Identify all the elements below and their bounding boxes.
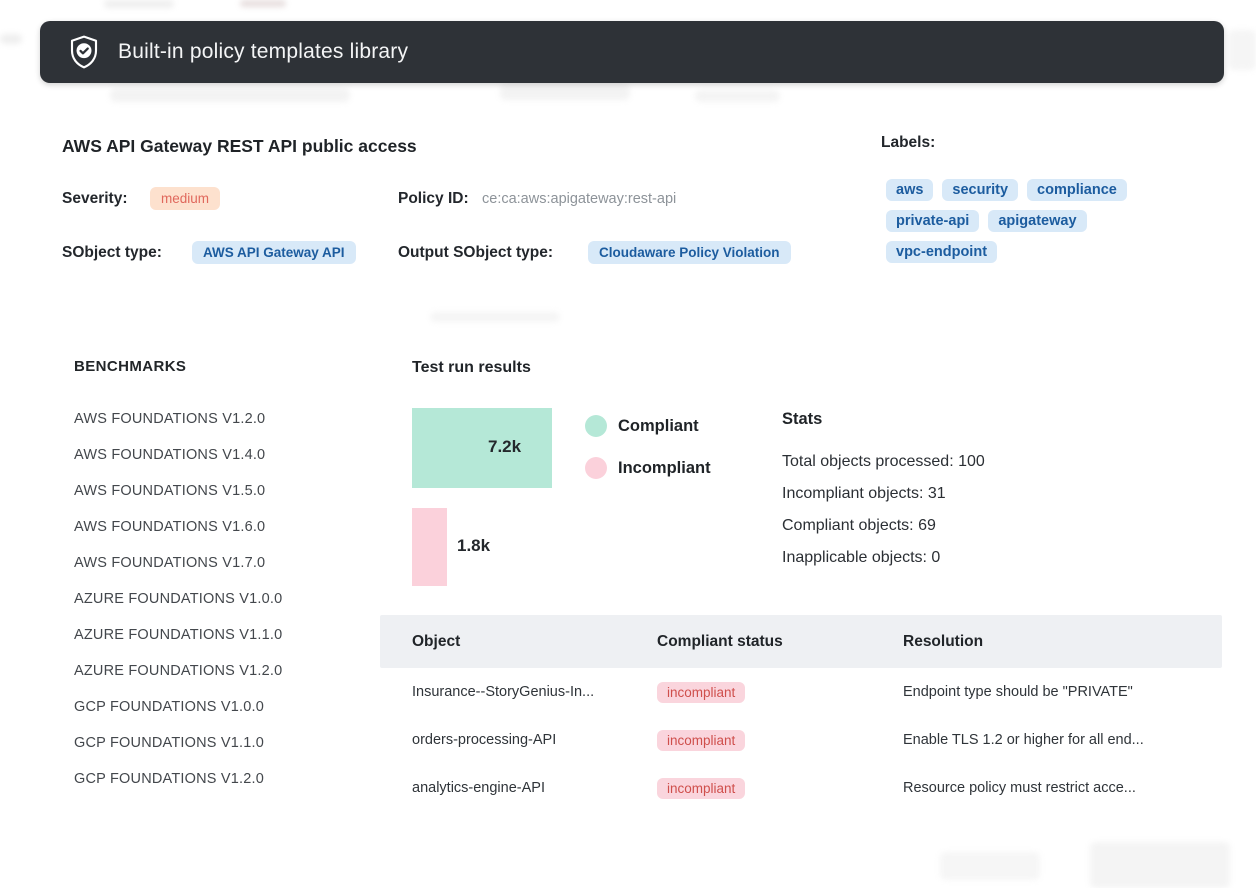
stat-compliant: Compliant objects: 69: [782, 510, 985, 542]
legend-label-compliant: Compliant: [618, 417, 699, 436]
label-chip-aws: aws: [886, 179, 933, 201]
stats-list: Total objects processed: 100 Incompliant…: [782, 446, 985, 574]
background-artifact: [695, 90, 780, 102]
chart-bar-compliant: [412, 408, 552, 488]
chart-value-incompliant: 1.8k: [457, 536, 490, 556]
cell-status: incompliant: [657, 778, 903, 799]
cell-resolution: Enable TLS 1.2 or higher for all end...: [903, 732, 1190, 748]
column-header-object: Object: [412, 633, 657, 651]
labels-list: aws security compliance private-api apig…: [886, 179, 1166, 263]
benchmark-item: AWS FOUNDATIONS V1.2.0: [74, 408, 282, 430]
benchmark-item: AZURE FOUNDATIONS V1.2.0: [74, 660, 282, 682]
output-sobject-type-label: Output SObject type:: [398, 244, 553, 262]
background-artifact: [110, 88, 350, 102]
cell-object: orders-processing-API: [412, 732, 657, 748]
benchmark-item: AZURE FOUNDATIONS V1.0.0: [74, 588, 282, 610]
legend-label-incompliant: Incompliant: [618, 459, 711, 478]
label-chip-apigateway: apigateway: [988, 210, 1086, 232]
benchmarks-group-gcp: GCP FOUNDATIONS V1.0.0 GCP FOUNDATIONS V…: [74, 696, 282, 790]
table-header-row: Object Compliant status Resolution: [380, 615, 1222, 668]
benchmark-item: AWS FOUNDATIONS V1.4.0: [74, 444, 282, 466]
cell-object: Insurance--StoryGenius-In...: [412, 684, 657, 700]
cell-resolution: Resource policy must restrict acce...: [903, 780, 1190, 796]
severity-label: Severity:: [62, 190, 127, 208]
background-artifact: [940, 852, 1040, 880]
benchmark-item: AZURE FOUNDATIONS V1.1.0: [74, 624, 282, 646]
benchmarks-list: AWS FOUNDATIONS V1.2.0 AWS FOUNDATIONS V…: [74, 408, 282, 804]
column-header-compliant-status: Compliant status: [657, 633, 903, 651]
background-artifact: [1228, 30, 1256, 70]
status-badge-incompliant: incompliant: [657, 682, 745, 703]
policy-template-screen: Built-in policy templates library AWS AP…: [0, 0, 1256, 888]
cell-object: analytics-engine-API: [412, 780, 657, 796]
table-row: orders-processing-API incompliant Enable…: [380, 716, 1222, 764]
label-chip-security: security: [942, 179, 1018, 201]
benchmark-item: AWS FOUNDATIONS V1.7.0: [74, 552, 282, 574]
table-row: Insurance--StoryGenius-In... incompliant…: [380, 668, 1222, 716]
stat-incompliant: Incompliant objects: 31: [782, 478, 985, 510]
background-artifact: [1090, 842, 1230, 888]
cell-status: incompliant: [657, 682, 903, 703]
sobject-type-badge: AWS API Gateway API: [192, 241, 356, 264]
background-artifact: [240, 0, 286, 7]
stat-inapplicable: Inapplicable objects: 0: [782, 542, 985, 574]
table-row: analytics-engine-API incompliant Resourc…: [380, 764, 1222, 812]
legend-dot-incompliant: [585, 457, 607, 479]
chart-bar-incompliant: [412, 508, 447, 586]
benchmarks-group-aws: AWS FOUNDATIONS V1.2.0 AWS FOUNDATIONS V…: [74, 408, 282, 574]
background-artifact: [500, 84, 630, 100]
benchmark-item: AWS FOUNDATIONS V1.5.0: [74, 480, 282, 502]
shield-check-icon: [68, 34, 100, 70]
policy-id-label: Policy ID:: [398, 190, 469, 208]
severity-badge: medium: [150, 187, 220, 210]
cell-resolution: Endpoint type should be "PRIVATE": [903, 684, 1190, 700]
legend-dot-compliant: [585, 415, 607, 437]
header-title: Built-in policy templates library: [118, 40, 408, 64]
labels-title: Labels:: [881, 134, 935, 152]
policy-id-value: ce:ca:aws:apigateway:rest-api: [482, 191, 676, 207]
benchmark-item: GCP FOUNDATIONS V1.1.0: [74, 732, 282, 754]
stats-title: Stats: [782, 410, 822, 429]
background-artifact: [430, 312, 560, 322]
label-chip-private-api: private-api: [886, 210, 979, 232]
status-badge-incompliant: incompliant: [657, 778, 745, 799]
cell-status: incompliant: [657, 730, 903, 751]
label-chip-vpc-endpoint: vpc-endpoint: [886, 241, 997, 263]
background-artifact: [0, 34, 22, 44]
stat-total-processed: Total objects processed: 100: [782, 446, 985, 478]
benchmarks-group-azure: AZURE FOUNDATIONS V1.0.0 AZURE FOUNDATIO…: [74, 588, 282, 682]
column-header-resolution: Resolution: [903, 633, 1190, 651]
header-bar: Built-in policy templates library: [40, 21, 1224, 83]
results-table: Object Compliant status Resolution Insur…: [380, 615, 1222, 812]
policy-title: AWS API Gateway REST API public access: [62, 136, 417, 157]
status-badge-incompliant: incompliant: [657, 730, 745, 751]
benchmarks-title: BENCHMARKS: [74, 358, 186, 375]
label-chip-compliance: compliance: [1027, 179, 1127, 201]
sobject-type-label: SObject type:: [62, 244, 162, 262]
output-sobject-type-badge: Cloudaware Policy Violation: [588, 241, 791, 264]
test-run-results-title: Test run results: [412, 359, 531, 377]
benchmark-item: GCP FOUNDATIONS V1.2.0: [74, 768, 282, 790]
benchmark-item: GCP FOUNDATIONS V1.0.0: [74, 696, 282, 718]
benchmark-item: AWS FOUNDATIONS V1.6.0: [74, 516, 282, 538]
chart-value-compliant: 7.2k: [488, 437, 521, 457]
background-artifact: [104, 0, 174, 8]
